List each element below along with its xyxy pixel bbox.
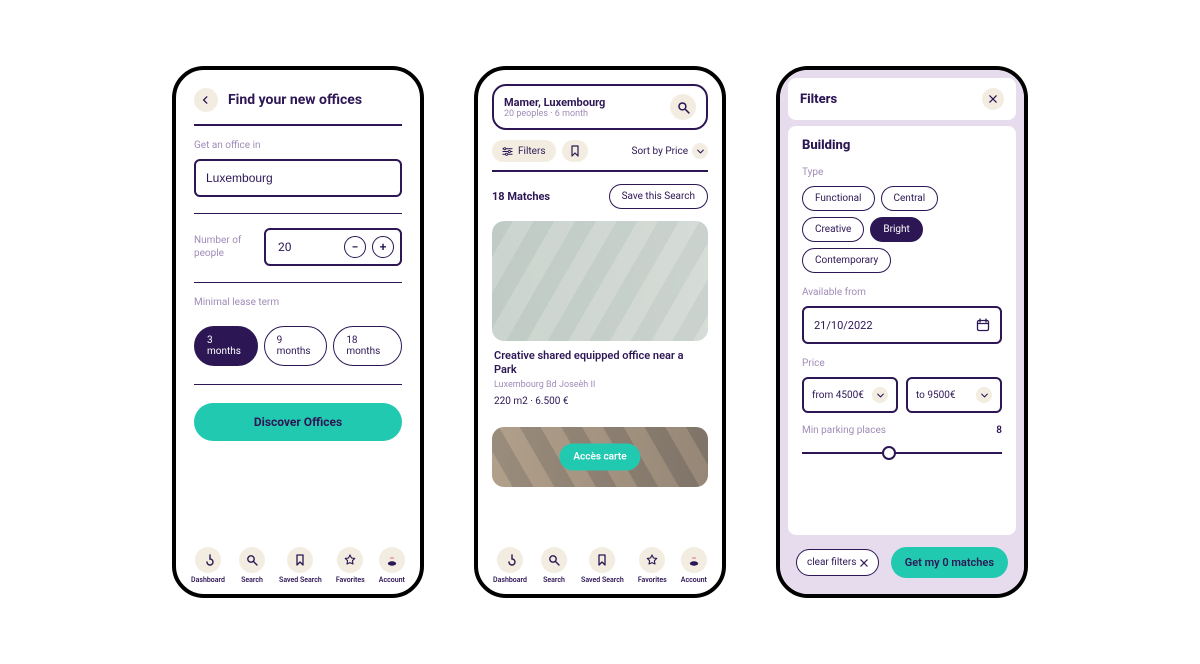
listing-image	[492, 221, 708, 341]
page-title: Find your new offices	[228, 92, 362, 108]
listing-sub: Luxembourg Bd Joseèh II	[492, 380, 708, 396]
bookmark-icon	[287, 547, 313, 573]
back-button[interactable]	[194, 88, 218, 112]
tab-bar: Dashboard Search Saved Search Favorites …	[478, 541, 722, 594]
listing-meta: 220 m2 · 6.500 €	[492, 396, 708, 415]
tab-dashboard[interactable]: Dashboard	[493, 547, 527, 584]
chevron-down-icon	[976, 387, 992, 403]
people-label: Number ofpeople	[194, 234, 252, 260]
avail-label: Available from	[802, 287, 1002, 298]
chevron-down-icon	[692, 143, 708, 159]
divider	[194, 384, 402, 385]
increment-button[interactable]: +	[372, 236, 394, 258]
type-bright[interactable]: Bright	[870, 217, 922, 242]
chevron-left-icon	[202, 96, 210, 104]
tab-account[interactable]: Account	[379, 547, 405, 584]
save-search-icon-button[interactable]	[562, 140, 588, 162]
search-bar[interactable]: Mamer, Luxembourg 20 peoples · 6 month	[492, 84, 708, 130]
listing-title: Creative shared equipped office near a P…	[492, 341, 708, 380]
sort-button[interactable]: Sort by Price	[632, 143, 708, 159]
filters-section: Building	[802, 138, 1002, 153]
type-functional[interactable]: Functional	[802, 186, 875, 211]
search-location: Mamer, Luxembourg	[504, 96, 662, 109]
phone-search-form: Find your new offices Get an office in N…	[172, 66, 424, 598]
tab-search[interactable]: Search	[541, 547, 567, 584]
location-label: Get an office in	[194, 140, 402, 151]
type-contemporary[interactable]: Contemporary	[802, 248, 891, 273]
price-label: Price	[802, 358, 1002, 369]
tab-bar: Dashboard Search Saved Search Favorites …	[176, 541, 420, 594]
map-access-button[interactable]: Accès carte	[559, 443, 640, 470]
lease-option-3m[interactable]: 3 months	[194, 326, 258, 366]
price-from-select[interactable]: from 4500€	[802, 377, 898, 413]
filters-button[interactable]: Filters	[492, 140, 556, 162]
date-value: 21/10/2022	[814, 319, 873, 332]
type-chips: Functional Central Creative Bright Conte…	[802, 186, 1002, 273]
parking-slider[interactable]	[802, 446, 1002, 460]
tab-favorites[interactable]: Favorites	[638, 547, 667, 584]
get-matches-button[interactable]: Get my 0 matches	[891, 547, 1008, 578]
listing-card[interactable]: Creative shared equipped office near a P…	[492, 221, 708, 415]
matches-count: 18 Matches	[492, 190, 550, 203]
filters-title: Filters	[800, 92, 837, 107]
tab-account[interactable]: Account	[681, 547, 707, 584]
close-icon	[989, 95, 997, 103]
search-icon	[670, 94, 696, 120]
tab-favorites[interactable]: Favorites	[336, 547, 365, 584]
lease-option-9m[interactable]: 9 months	[264, 326, 328, 366]
tab-saved-search[interactable]: Saved Search	[279, 547, 322, 584]
clear-filters-button[interactable]: clear filters	[796, 549, 879, 576]
price-to-select[interactable]: to 9500€	[906, 377, 1002, 413]
slider-thumb[interactable]	[882, 446, 896, 460]
decrement-button[interactable]: −	[344, 236, 366, 258]
search-icon	[239, 547, 265, 573]
bookmark-icon	[589, 547, 615, 573]
people-stepper: 20 − +	[264, 228, 402, 266]
phone-filters: Filters Building Type Functional Central…	[776, 66, 1028, 598]
people-value: 20	[278, 240, 338, 254]
lease-options: 3 months 9 months 18 months	[176, 316, 420, 366]
dashboard-icon	[195, 547, 221, 573]
type-label: Type	[802, 167, 1002, 178]
type-creative[interactable]: Creative	[802, 217, 864, 242]
bookmark-plus-icon	[569, 145, 581, 157]
tab-dashboard[interactable]: Dashboard	[191, 547, 225, 584]
account-icon	[379, 547, 405, 573]
slider-track	[802, 452, 1002, 454]
parking-value: 8	[996, 425, 1002, 436]
lease-option-18m[interactable]: 18 months	[333, 326, 402, 366]
dashboard-icon	[497, 547, 523, 573]
date-input[interactable]: 21/10/2022	[802, 306, 1002, 344]
phone-results: Mamer, Luxembourg 20 peoples · 6 month F…	[474, 66, 726, 598]
location-input[interactable]	[194, 159, 402, 197]
tab-search[interactable]: Search	[239, 547, 265, 584]
save-search-button[interactable]: Save this Search	[609, 184, 708, 209]
calendar-icon	[976, 318, 990, 332]
search-icon	[541, 547, 567, 573]
type-central[interactable]: Central	[881, 186, 939, 211]
sliders-icon	[502, 146, 513, 157]
chevron-down-icon	[872, 387, 888, 403]
star-icon	[639, 547, 665, 573]
search-sub: 20 peoples · 6 month	[504, 109, 662, 119]
parking-label: Min parking places	[802, 425, 886, 436]
listing-card-partial: Accès carte	[492, 427, 708, 487]
close-button[interactable]	[982, 88, 1004, 110]
tab-saved-search[interactable]: Saved Search	[581, 547, 624, 584]
close-icon	[860, 559, 868, 567]
discover-button[interactable]: Discover Offices	[194, 403, 402, 441]
account-icon	[681, 547, 707, 573]
lease-label: Minimal lease term	[194, 297, 402, 308]
star-icon	[337, 547, 363, 573]
